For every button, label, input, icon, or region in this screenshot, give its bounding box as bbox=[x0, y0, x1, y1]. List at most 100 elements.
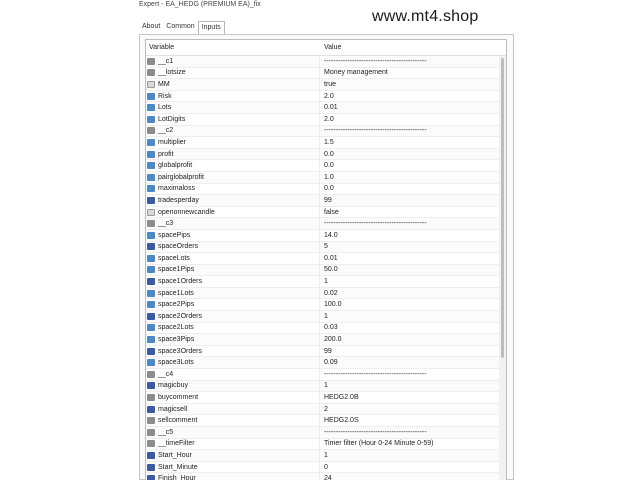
table-row[interactable]: __c1 ------------------------------------… bbox=[146, 56, 506, 68]
table-row[interactable]: Risk 2.0 bbox=[146, 90, 506, 103]
table-row[interactable]: __c2 ------------------------------------… bbox=[146, 125, 506, 138]
table-row[interactable]: maximaloss 0.0 bbox=[146, 183, 506, 196]
dbl-type-icon bbox=[147, 115, 155, 123]
table-row[interactable]: Finish_Hour 24 bbox=[146, 473, 506, 480]
scrollbar-thumb[interactable] bbox=[501, 58, 504, 358]
table-row[interactable]: __c5 ------------------------------------… bbox=[146, 427, 506, 439]
str-type-icon bbox=[147, 69, 155, 77]
table-row[interactable]: profit 0.0 bbox=[146, 148, 506, 161]
table-row[interactable]: __c4 ------------------------------------… bbox=[146, 369, 506, 381]
dbl-type-icon bbox=[147, 138, 155, 146]
value-cell[interactable]: 0.01 bbox=[320, 104, 338, 111]
table-row[interactable]: MM true bbox=[146, 79, 506, 91]
value-cell[interactable]: 2 bbox=[320, 406, 328, 413]
dbl-type-icon bbox=[147, 254, 155, 262]
value-cell[interactable]: 2.0 bbox=[320, 116, 334, 123]
value-cell[interactable]: 1 bbox=[320, 382, 328, 389]
value-cell[interactable]: HEDG2.0S bbox=[320, 417, 359, 424]
value-cell[interactable]: 99 bbox=[320, 348, 332, 355]
value-cell[interactable]: Timer filter (Hour 0-24 Minute 0-59) bbox=[320, 440, 433, 447]
variable-cell: magicbuy bbox=[146, 380, 320, 392]
value-cell[interactable]: 0.09 bbox=[320, 359, 338, 366]
value-cell[interactable]: true bbox=[320, 81, 336, 88]
value-cell[interactable]: 0.0 bbox=[320, 185, 334, 192]
table-row[interactable]: LotDigits 2.0 bbox=[146, 113, 506, 126]
value-cell[interactable]: 1 bbox=[320, 278, 328, 285]
int-type-icon bbox=[147, 278, 155, 286]
value-cell[interactable]: 1 bbox=[320, 452, 328, 459]
variable-name: spaceLots bbox=[158, 254, 190, 262]
variable-cell: spaceLots bbox=[146, 253, 320, 264]
value-cell[interactable]: false bbox=[320, 209, 339, 216]
value-cell[interactable]: 50.0 bbox=[320, 266, 338, 273]
variable-name: sellcomment bbox=[158, 417, 198, 425]
table-row[interactable]: space3Lots 0.09 bbox=[146, 357, 506, 370]
table-row[interactable]: tradesperday 99 bbox=[146, 195, 506, 207]
variable-cell: space2Lots bbox=[146, 322, 320, 334]
table-row[interactable]: spaceLots 0.01 bbox=[146, 253, 506, 265]
table-row[interactable]: __c3 ------------------------------------… bbox=[146, 218, 506, 230]
table-row[interactable]: magicbuy 1 bbox=[146, 380, 506, 393]
value-cell[interactable]: 100.0 bbox=[320, 301, 342, 308]
value-cell[interactable]: 0 bbox=[320, 464, 328, 471]
int-type-icon bbox=[147, 196, 155, 204]
table-row[interactable]: space2Orders 1 bbox=[146, 311, 506, 323]
value-cell[interactable]: ----------------------------------------… bbox=[320, 220, 427, 227]
value-cell[interactable]: 14.0 bbox=[320, 232, 338, 239]
value-cell[interactable]: 0.0 bbox=[320, 151, 334, 158]
variable-cell: profit bbox=[146, 148, 320, 160]
table-row[interactable]: globalprofit 0.0 bbox=[146, 160, 506, 172]
table-row[interactable]: __lotsize Money management bbox=[146, 67, 506, 80]
value-cell[interactable]: 0.03 bbox=[320, 324, 338, 331]
tab-about[interactable]: About bbox=[139, 21, 163, 34]
value-cell[interactable]: ----------------------------------------… bbox=[320, 58, 427, 65]
value-cell[interactable]: ----------------------------------------… bbox=[320, 429, 427, 436]
variable-cell: MM bbox=[146, 79, 320, 90]
table-row[interactable]: spaceOrders 5 bbox=[146, 241, 506, 254]
value-cell[interactable]: 0.02 bbox=[320, 290, 338, 297]
value-cell[interactable]: HEDG2.0B bbox=[320, 394, 359, 401]
variable-column-header[interactable]: Variable bbox=[146, 44, 320, 51]
table-row[interactable]: openonnewcandle false bbox=[146, 206, 506, 219]
value-cell[interactable]: 1.5 bbox=[320, 139, 334, 146]
value-cell[interactable]: 24 bbox=[320, 475, 332, 480]
value-cell[interactable]: 2.0 bbox=[320, 93, 334, 100]
table-row[interactable]: space3Orders 99 bbox=[146, 345, 506, 358]
variable-name: Finish_Hour bbox=[158, 475, 196, 480]
dbl-type-icon bbox=[147, 301, 155, 309]
table-row[interactable]: space2Pips 100.0 bbox=[146, 299, 506, 312]
value-cell[interactable]: 1 bbox=[320, 313, 328, 320]
variable-cell: __c3 bbox=[146, 218, 320, 229]
vertical-scrollbar[interactable] bbox=[499, 56, 506, 480]
tab-inputs[interactable]: Inputs bbox=[197, 21, 225, 35]
variable-name: Risk bbox=[158, 92, 172, 100]
tab-common[interactable]: Common bbox=[163, 21, 197, 34]
table-row[interactable]: __timeFilter Timer filter (Hour 0-24 Minu… bbox=[146, 438, 506, 451]
table-row[interactable]: multiplier 1.5 bbox=[146, 137, 506, 149]
table-row[interactable]: sellcomment HEDG2.0S bbox=[146, 415, 506, 427]
value-column-header[interactable]: Value bbox=[320, 44, 341, 51]
table-row[interactable]: magicsell 2 bbox=[146, 403, 506, 416]
table-row[interactable]: space1Orders 1 bbox=[146, 276, 506, 288]
table-row[interactable]: Lots 0.01 bbox=[146, 102, 506, 114]
variable-cell: maximaloss bbox=[146, 183, 320, 195]
value-cell[interactable]: ----------------------------------------… bbox=[320, 371, 427, 378]
table-row[interactable]: Start_Hour 1 bbox=[146, 450, 506, 462]
table-row[interactable]: space1Pips 50.0 bbox=[146, 264, 506, 277]
variable-name: Lots bbox=[158, 104, 172, 112]
value-cell[interactable]: 1.0 bbox=[320, 174, 334, 181]
value-cell[interactable]: 5 bbox=[320, 243, 328, 250]
table-row[interactable]: Start_Minute 0 bbox=[146, 461, 506, 474]
table-row[interactable]: buycomment HEDG2.0B bbox=[146, 392, 506, 404]
value-cell[interactable]: 0.01 bbox=[320, 255, 338, 262]
table-row[interactable]: space2Lots 0.03 bbox=[146, 322, 506, 335]
value-cell[interactable]: 200.0 bbox=[320, 336, 342, 343]
value-cell[interactable]: ----------------------------------------… bbox=[320, 127, 427, 134]
table-row[interactable]: space3Pips 200.0 bbox=[146, 334, 506, 346]
value-cell[interactable]: 99 bbox=[320, 197, 332, 204]
table-row[interactable]: space1Lots 0.02 bbox=[146, 287, 506, 300]
table-row[interactable]: pairglobalprofit 1.0 bbox=[146, 171, 506, 184]
value-cell[interactable]: 0.0 bbox=[320, 162, 334, 169]
table-row[interactable]: spacePips 14.0 bbox=[146, 229, 506, 242]
value-cell[interactable]: Money management bbox=[320, 69, 388, 76]
